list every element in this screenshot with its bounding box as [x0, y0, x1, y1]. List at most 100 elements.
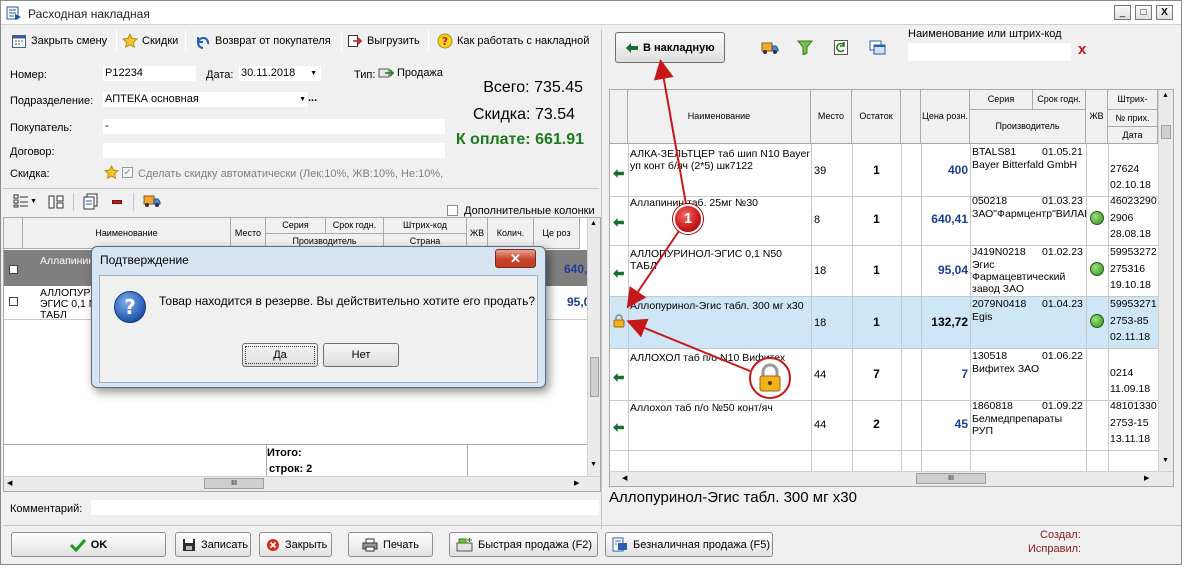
arrow-left-icon[interactable]	[613, 373, 624, 382]
row-checkbox[interactable]	[9, 265, 18, 274]
arrow-left-icon[interactable]	[613, 169, 624, 178]
save-button[interactable]: Записать	[175, 532, 251, 557]
quick-sale-button[interactable]: Быстрая продажа (F2)	[449, 532, 598, 557]
header-name[interactable]: Наименование	[628, 90, 811, 144]
arrow-left-icon[interactable]	[613, 269, 624, 278]
cashless-sale-button[interactable]: Безналичная продажа (F5)	[605, 532, 773, 557]
scroll-left-icon[interactable]: ◀	[7, 479, 12, 487]
how-to-button[interactable]: ? Как работать с накладной	[437, 31, 589, 51]
row-receipt-no: 2906	[1110, 212, 1134, 224]
scroll-down-icon[interactable]: ▼	[590, 461, 597, 468]
scroll-thumb[interactable]: III	[204, 478, 264, 489]
row-producer: Эгис Фармацевтический завод ЗАО	[972, 259, 1066, 295]
header-series[interactable]: Серия	[970, 90, 1033, 110]
row-expiry: 01.09.22	[1042, 400, 1083, 412]
column-divider	[1108, 144, 1109, 471]
header-place[interactable]: Место	[811, 90, 852, 144]
discounts-button[interactable]: Скидки	[122, 31, 178, 51]
ok-button[interactable]: OK	[11, 532, 166, 557]
header-receipt-no[interactable]: № прих.	[1108, 110, 1158, 127]
row-date: 19.10.18	[1110, 279, 1151, 291]
arrow-left-icon[interactable]	[613, 423, 624, 432]
comment-label: Комментарий:	[10, 503, 83, 515]
left-grid-hscroll[interactable]: ◀ III ▶	[4, 476, 600, 491]
panel-splitter[interactable]	[601, 29, 602, 529]
buyer-field[interactable]: -	[103, 119, 445, 134]
header-barcode[interactable]: Штрих-код	[384, 218, 467, 234]
header-stock[interactable]: Остаток	[852, 90, 901, 144]
title-bar: Расходная накладная _ □ X	[1, 1, 1181, 25]
scroll-left-icon[interactable]: ◀	[622, 474, 627, 482]
row-stock: 7	[873, 368, 880, 380]
truck-icon[interactable]	[761, 41, 779, 55]
scroll-right-icon[interactable]: ▶	[1144, 474, 1149, 482]
document-card-icon	[612, 537, 627, 552]
header-series[interactable]: Серия	[266, 218, 326, 234]
right-grid-hscroll[interactable]: ◀ III ▶	[610, 471, 1173, 486]
header-expiry[interactable]: Срок годн.	[1033, 90, 1086, 110]
star-icon[interactable]	[104, 165, 119, 180]
contract-field[interactable]	[103, 143, 445, 158]
header-price[interactable]: Це роз	[534, 218, 580, 249]
clear-search-icon[interactable]: x	[1078, 41, 1086, 58]
unload-button[interactable]: Выгрузить	[347, 31, 420, 51]
row-date: 11.09.18	[1110, 383, 1151, 395]
columns-view-icon[interactable]	[48, 195, 64, 209]
close-button[interactable]: Закрыть	[259, 532, 332, 557]
right-grid-vscroll[interactable]: ▲ ▼	[1158, 90, 1173, 471]
scroll-up-icon[interactable]: ▲	[1162, 92, 1169, 99]
to-invoice-button[interactable]: В накладную	[615, 32, 725, 63]
left-grid-vscroll[interactable]: ▲ ▼	[587, 218, 600, 476]
remove-row-icon[interactable]	[112, 200, 122, 204]
scroll-down-icon[interactable]: ▼	[1162, 457, 1169, 464]
row-receipt-no: 2753-15	[1110, 417, 1149, 429]
search-input[interactable]	[908, 43, 1071, 61]
scroll-thumb[interactable]	[590, 357, 599, 397]
windows-cascade-icon[interactable]	[869, 40, 887, 56]
copy-document-icon[interactable]	[83, 193, 99, 210]
close-window-button[interactable]: X	[1156, 5, 1173, 20]
discount-label: Скидка:	[10, 168, 50, 180]
header-price[interactable]: Цена розн.	[921, 90, 970, 144]
filter-icon[interactable]	[797, 39, 813, 55]
department-field[interactable]: АПТЕКА основная ▼	[103, 92, 308, 107]
header-date[interactable]: Дата	[1108, 127, 1158, 144]
auto-discount-checkbox[interactable]: ✓	[122, 167, 133, 178]
chevron-down-icon[interactable]: ▼	[310, 66, 317, 81]
yes-button[interactable]: Да	[242, 343, 318, 367]
number-field[interactable]: P12234	[103, 66, 196, 81]
header-qty[interactable]: Колич.	[488, 218, 534, 249]
department-more-button[interactable]: ...	[308, 92, 317, 104]
truck-icon[interactable]	[143, 194, 161, 208]
arrow-left-icon[interactable]	[613, 218, 624, 227]
row-checkbox[interactable]	[9, 297, 18, 306]
scroll-up-icon[interactable]: ▲	[590, 220, 597, 227]
header-barcode[interactable]: Штрих-	[1108, 90, 1158, 110]
dialog-close-button[interactable]: ✕	[495, 249, 536, 268]
scroll-thumb[interactable]	[1161, 125, 1171, 139]
header-zhv[interactable]: ЖВ	[1086, 90, 1108, 144]
columns-menu-button[interactable]: ▼	[13, 194, 37, 208]
no-button[interactable]: Нет	[323, 343, 399, 367]
header-name[interactable]: Наименование	[23, 218, 231, 249]
chevron-down-icon[interactable]: ▼	[299, 92, 306, 107]
maximize-button[interactable]: □	[1135, 5, 1152, 20]
date-value: 30.11.2018	[241, 67, 296, 79]
extra-columns-checkbox[interactable]	[447, 205, 458, 216]
scroll-thumb[interactable]: III	[916, 473, 986, 484]
comment-field[interactable]	[91, 500, 599, 515]
type-field[interactable]: Продажа	[378, 66, 443, 80]
close-shift-button[interactable]: Закрыть смену	[11, 31, 107, 51]
header-expiry[interactable]: Срок годн.	[326, 218, 384, 234]
minimize-button[interactable]: _	[1114, 5, 1131, 20]
lock-icon	[759, 363, 781, 392]
scroll-right-icon[interactable]: ▶	[574, 479, 579, 487]
header-place[interactable]: Место	[231, 218, 266, 249]
print-button[interactable]: Печать	[348, 532, 433, 557]
return-from-buyer-button[interactable]: Возврат от покупателя	[195, 31, 331, 51]
date-field[interactable]: 30.11.2018 ▼	[239, 66, 321, 81]
row-producer: Egis	[972, 311, 993, 323]
header-zhv[interactable]: ЖВ	[467, 218, 488, 249]
refresh-icon[interactable]	[833, 39, 849, 56]
header-producer[interactable]: Производитель	[970, 110, 1086, 144]
